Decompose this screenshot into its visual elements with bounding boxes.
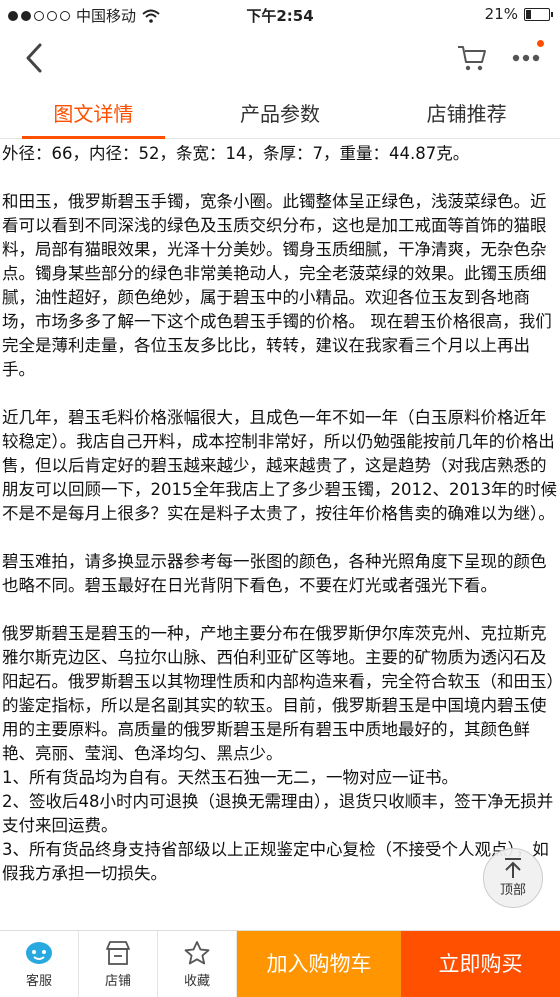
battery-info: 21% xyxy=(484,5,553,23)
favorite-label: 收藏 xyxy=(183,974,210,989)
tab-product-params[interactable]: 产品参数 xyxy=(187,90,374,138)
photo-note-paragraph: 碧玉难拍，请多换显示器参考每一张图的颜色，各种光照角度下呈现的颜色也略不同。碧玉… xyxy=(2,552,547,595)
price-note-paragraph: 近几年，碧玉毛料价格涨幅很大，且成色一年不如一年（白玉原料价格近年较稳定）。我店… xyxy=(2,408,557,523)
product-description: 外径：66，内径：52，条宽：14，条厚：7，重量：44.87克。 和田玉，俄罗… xyxy=(0,142,560,910)
tab-shop-recommend[interactable]: 店铺推荐 xyxy=(373,90,560,138)
bottom-action-bar: 客服 店铺 收藏 加入购物车 立即购买 xyxy=(0,930,560,997)
arrow-up-icon xyxy=(505,858,521,878)
detail-tabs: 图文详情 产品参数 店铺推荐 xyxy=(0,90,560,139)
add-to-cart-button[interactable]: 加入购物车 xyxy=(237,931,401,997)
shop-button[interactable]: 店铺 xyxy=(79,931,158,997)
description-paragraph: 和田玉，俄罗斯碧玉手镯，宽条小圈。此镯整体呈正绿色，浅菠菜绿色。近看可以看到不同… xyxy=(2,192,552,379)
navigation-bar xyxy=(0,30,560,86)
shop-icon xyxy=(106,941,130,965)
shop-label: 店铺 xyxy=(104,974,131,989)
battery-percent: 21% xyxy=(484,5,518,23)
favorite-button[interactable]: 收藏 xyxy=(158,931,237,997)
shopping-cart-icon[interactable] xyxy=(457,44,487,72)
service-label: 客服 xyxy=(25,974,52,989)
scroll-to-top-label: 顶部 xyxy=(499,883,526,898)
star-icon xyxy=(184,941,210,965)
battery-icon xyxy=(524,7,553,21)
scroll-to-top-button[interactable]: 顶部 xyxy=(483,848,543,908)
customer-service-button[interactable]: 客服 xyxy=(0,931,79,997)
buy-now-button[interactable]: 立即购买 xyxy=(401,931,560,997)
customer-service-icon xyxy=(26,942,52,964)
spec-line: 外径：66，内径：52，条宽：14，条厚：7，重量：44.87克。 xyxy=(2,144,470,163)
tab-graphic-details[interactable]: 图文详情 xyxy=(0,90,187,139)
notification-badge xyxy=(537,40,544,47)
origin-and-terms-paragraph: 俄罗斯碧玉是碧玉的一种，产地主要分布在俄罗斯伊尔库茨克州、克拉斯克雅尔斯克边区、… xyxy=(2,624,555,883)
status-bar: 中国移动 下午2:54 21% xyxy=(0,0,560,30)
chevron-left-icon[interactable] xyxy=(20,42,48,74)
clock: 下午2:54 xyxy=(246,7,314,25)
more-dots-icon[interactable] xyxy=(512,52,540,64)
